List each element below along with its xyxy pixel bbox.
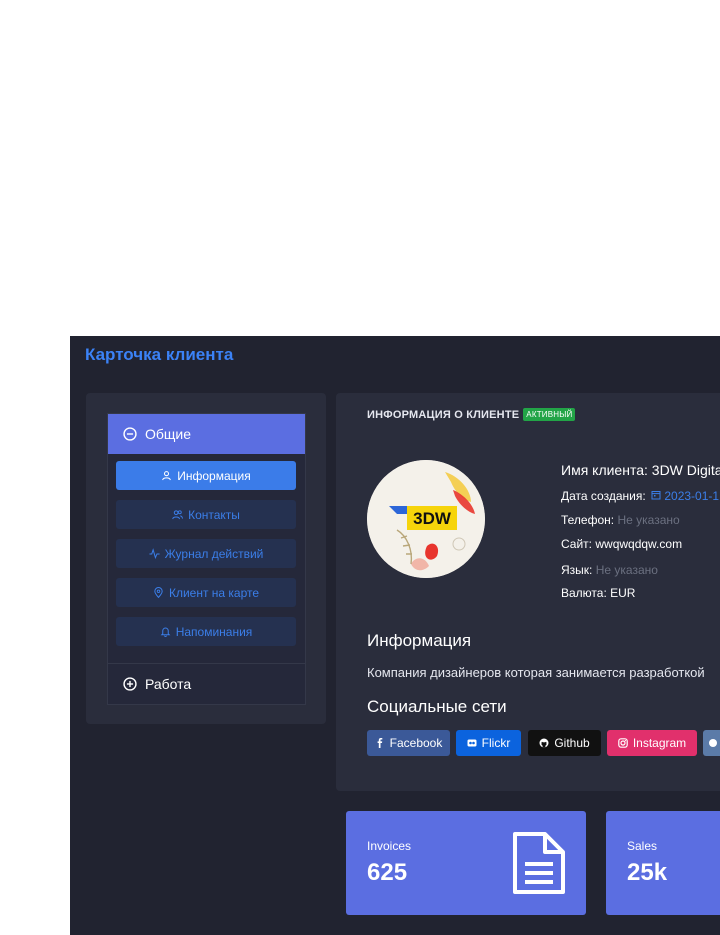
client-name-value: 3DW Digita xyxy=(651,462,720,478)
language-value: Не указано xyxy=(595,563,658,577)
client-info-heading: ИНФОРМАЦИЯ О КЛИЕНТЕ xyxy=(367,408,520,421)
client-info-card: ИНФОРМАЦИЯ О КЛИЕНТЕ АКТИВНЫЙ 3DW Имя кл… xyxy=(336,393,720,791)
site-row: Сайт: wwqwqdqw.com xyxy=(561,537,683,551)
currency-value: EUR xyxy=(610,586,636,600)
map-pin-icon xyxy=(154,587,163,598)
accordion-general-header[interactable]: Общие xyxy=(108,414,305,454)
social-icon xyxy=(709,739,717,747)
plus-circle-icon xyxy=(123,677,137,691)
bell-icon xyxy=(160,627,171,637)
user-icon xyxy=(162,471,172,481)
language-row: Язык: Не указано xyxy=(561,563,658,577)
activity-icon xyxy=(149,548,160,559)
client-info-header: ИНФОРМАЦИЯ О КЛИЕНТЕ АКТИВНЫЙ xyxy=(367,408,576,421)
site-value[interactable]: wwqwqdqw.com xyxy=(595,537,682,551)
accordion-work-header[interactable]: Работа xyxy=(108,664,305,704)
instagram-button[interactable]: Instagram xyxy=(607,730,697,756)
client-name-row: Имя клиента: 3DW Digita xyxy=(561,462,720,478)
github-button[interactable]: Github xyxy=(528,730,601,756)
phone-value: Не указано xyxy=(617,513,680,527)
github-icon xyxy=(539,738,549,748)
accordion-work-label: Работа xyxy=(145,676,192,692)
menu-item-label: Журнал действий xyxy=(164,546,264,561)
menu-item-label: Информация xyxy=(177,468,251,483)
menu-item-label: Напоминания xyxy=(175,624,253,639)
sales-stat-card: Sales 25k xyxy=(606,811,720,915)
svg-text:3DW: 3DW xyxy=(413,509,452,528)
client-menu-card: Общие Информация Контакты Журнал действи… xyxy=(86,393,326,724)
client-avatar: 3DW xyxy=(367,460,485,578)
sales-value: 25k xyxy=(627,859,668,886)
client-card-page: Карточка клиента Общие Информация Контак… xyxy=(70,336,720,935)
client-description: Компания дизайнеров которая занимается р… xyxy=(367,665,705,680)
invoices-stat-card: Invoices 625 xyxy=(346,811,586,915)
status-badge: АКТИВНЫЙ xyxy=(523,408,576,421)
invoices-value: 625 xyxy=(367,859,408,886)
flickr-icon xyxy=(467,739,477,747)
menu-item-activity-log[interactable]: Журнал действий xyxy=(116,539,296,568)
menu-item-client-map[interactable]: Клиент на карте xyxy=(116,578,296,607)
minus-circle-icon xyxy=(123,427,137,441)
menu-item-contacts[interactable]: Контакты xyxy=(116,500,296,529)
instagram-icon xyxy=(618,738,628,748)
accordion-general-label: Общие xyxy=(145,426,192,442)
client-logo-image: 3DW xyxy=(367,460,485,578)
page-title: Карточка клиента xyxy=(85,345,234,364)
currency-row: Валюта: EUR xyxy=(561,586,636,600)
document-icon xyxy=(513,832,565,894)
menu-item-info[interactable]: Информация xyxy=(116,461,296,490)
users-icon xyxy=(172,510,183,520)
more-social-button[interactable] xyxy=(703,730,720,756)
created-date-row: Дата создания: 2023-01-1 xyxy=(561,489,720,503)
social-section-title: Социальные сети xyxy=(367,697,507,716)
menu-accordion: Общие Информация Контакты Журнал действи… xyxy=(107,413,306,705)
facebook-icon xyxy=(377,738,382,748)
phone-row: Телефон: Не указано xyxy=(561,513,680,527)
flickr-button[interactable]: Flickr xyxy=(456,730,521,756)
menu-item-label: Контакты xyxy=(188,507,240,522)
created-date-value[interactable]: 2023-01-1 xyxy=(664,489,719,503)
menu-item-reminders[interactable]: Напоминания xyxy=(116,617,296,646)
menu-item-label: Клиент на карте xyxy=(168,585,260,600)
info-section-title: Информация xyxy=(367,631,472,650)
sales-label: Sales xyxy=(627,839,658,853)
facebook-button[interactable]: Facebook xyxy=(367,730,450,756)
calendar-icon xyxy=(651,491,661,500)
invoices-label: Invoices xyxy=(367,839,412,853)
